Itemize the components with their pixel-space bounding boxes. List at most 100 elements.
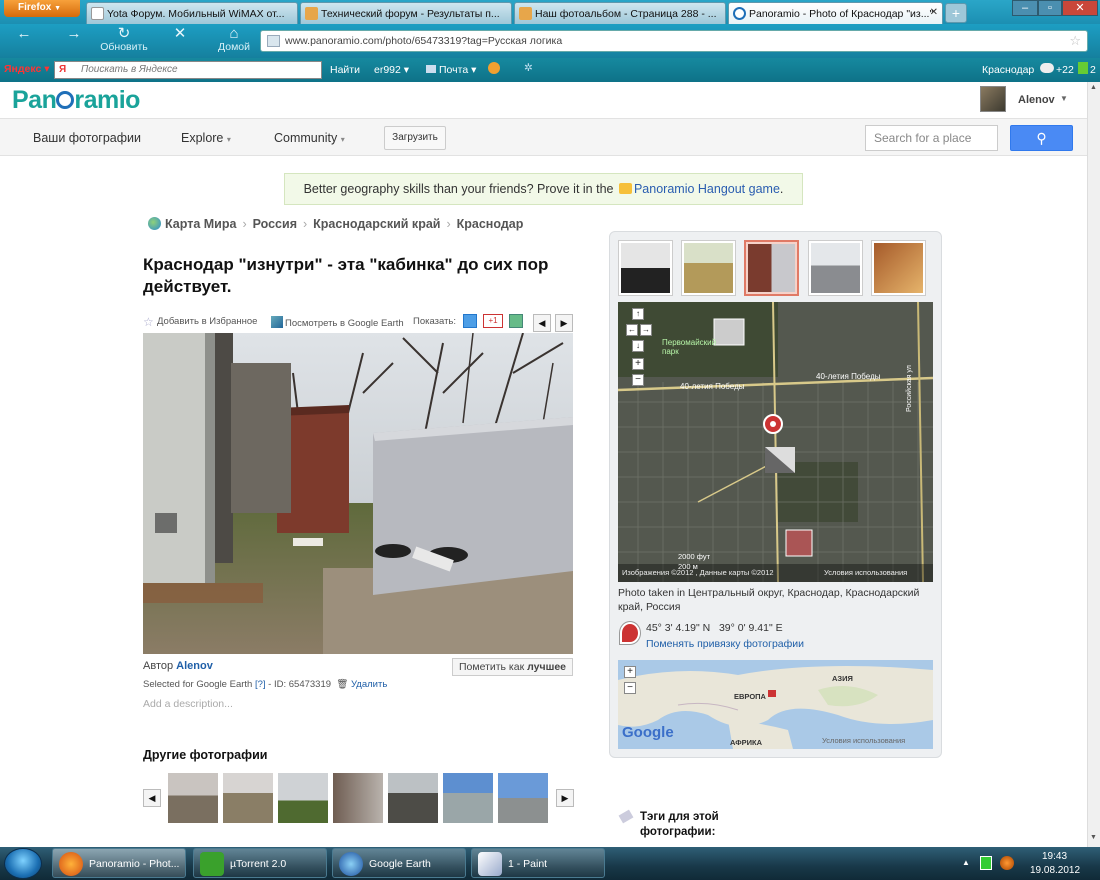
menu-community[interactable]: Community ▾ (274, 131, 345, 145)
nearby-photo-thumb[interactable] (871, 240, 926, 296)
satellite-map[interactable]: ↑ ← → ↓ + − Первомайский парк 40-летия П… (618, 302, 933, 582)
upload-button[interactable]: Загрузить (384, 126, 446, 150)
settings-gear-icon[interactable]: ✲ (524, 62, 533, 74)
yandex-find-button[interactable]: Найти (330, 64, 360, 76)
start-button[interactable] (4, 848, 42, 879)
close-tab-icon[interactable]: ✕ (930, 7, 938, 18)
taskbar-item-utorrent[interactable]: µTorrent 2.0 (193, 848, 327, 878)
change-location-link[interactable]: Поменять привязку фотографии (646, 638, 804, 650)
scroll-down-icon[interactable]: ▼ (1090, 834, 1097, 841)
clock-time[interactable]: 19:43 (1042, 851, 1067, 862)
breadcrumb-item[interactable]: Россия (253, 217, 297, 231)
yandex-mail[interactable]: Почта ▾ (426, 64, 476, 76)
taskbar-item-google-earth[interactable]: Google Earth (332, 848, 466, 878)
user-menu[interactable]: Alenov ▼ (980, 86, 1080, 112)
firefox-menu-button[interactable]: Firefox ▼ (4, 0, 80, 17)
home-button[interactable]: ⌂ Домой (214, 26, 254, 53)
breadcrumb-item[interactable]: Краснодар (457, 217, 524, 231)
browser-tab[interactable]: Наш фотоальбом - Страница 288 - ... (514, 2, 726, 24)
help-link[interactable]: [?] (255, 679, 266, 690)
other-photo-thumb[interactable] (333, 773, 383, 823)
strip-prev-button[interactable]: ◀ (143, 789, 161, 807)
address-bar[interactable]: www.panoramio.com/photo/65473319?tag=Рус… (260, 30, 1088, 52)
current-photo-thumb[interactable] (744, 240, 799, 296)
world-zoom-in-button[interactable]: + (624, 666, 636, 678)
user-name[interactable]: Alenov (1018, 94, 1055, 106)
twitter-share-icon[interactable] (463, 314, 477, 328)
close-window-button[interactable]: ✕ (1062, 0, 1098, 16)
yandex-user[interactable]: er992 ▾ (374, 64, 409, 76)
pan-up-button[interactable]: ↑ (632, 308, 644, 320)
stop-button[interactable]: ✕ (170, 26, 190, 41)
panoramio-logo[interactable]: Pan ramio (12, 86, 140, 115)
scroll-up-icon[interactable]: ▲ (1090, 84, 1097, 91)
next-photo-button[interactable]: ▶ (555, 314, 573, 332)
zoom-in-button[interactable]: + (632, 358, 644, 370)
author-link[interactable]: Alenov (176, 660, 213, 672)
volume-icon[interactable] (1000, 856, 1014, 870)
taskbar-item-firefox[interactable]: Panoramio - Phot... (52, 848, 186, 878)
place-search-input[interactable]: Search for a place (865, 125, 998, 151)
bookmark-star-icon[interactable]: ☆ (1069, 33, 1081, 49)
pan-down-button[interactable]: ↓ (632, 340, 644, 352)
mark-best-button[interactable]: Пометить как лучшее (452, 658, 573, 676)
other-photo-thumb[interactable] (278, 773, 328, 823)
maximize-button[interactable]: ▫ (1038, 0, 1062, 16)
map-terms-link[interactable]: Условия использования (824, 568, 907, 577)
nearby-photo-thumb[interactable] (808, 240, 863, 296)
add-description-field[interactable]: Add a description... (143, 698, 233, 710)
weather-city[interactable]: Краснодар (982, 64, 1034, 76)
breadcrumb-item[interactable]: Краснодарский край (313, 217, 440, 231)
other-photo-thumb[interactable] (443, 773, 493, 823)
browser-tab[interactable]: Yota Форум. Мобильный WiMAX от... (86, 2, 298, 24)
other-photo-thumb[interactable] (168, 773, 218, 823)
search-button[interactable]: ⚲ (1010, 125, 1073, 151)
world-terms-link[interactable]: Условия использования (822, 736, 905, 745)
site-menu-bar: Ваши фотографии Explore ▾ Community ▾ За… (0, 118, 1087, 156)
browser-tab-active[interactable]: Panoramio - Photo of Краснодар "из..." ✕ (728, 2, 943, 24)
strip-next-button[interactable]: ▶ (556, 789, 574, 807)
other-photo-thumb[interactable] (388, 773, 438, 823)
zoom-out-button[interactable]: − (632, 374, 644, 386)
back-button[interactable]: ← (14, 26, 34, 41)
minimize-button[interactable]: – (1012, 0, 1038, 16)
tray-expand-icon[interactable]: ▲ (962, 858, 970, 867)
other-photo-thumb[interactable] (223, 773, 273, 823)
menu-explore[interactable]: Explore ▾ (181, 131, 231, 145)
other-photo-thumb[interactable] (498, 773, 548, 823)
forward-button[interactable]: → (64, 26, 84, 41)
avatar[interactable] (980, 86, 1006, 112)
share-icon[interactable] (509, 314, 523, 328)
google-earth-link[interactable]: Посмотреть в Google Earth (271, 316, 404, 329)
paint-icon (478, 852, 502, 876)
world-zoom-out-button[interactable]: − (624, 682, 636, 694)
pan-left-button[interactable]: ← (626, 324, 638, 336)
yandex-bar-icon[interactable] (488, 62, 500, 74)
hangout-game-link[interactable]: Panoramio Hangout game (634, 182, 780, 196)
taskbar-item-paint[interactable]: 1 - Paint (471, 848, 605, 878)
clock-date[interactable]: 19.08.2012 (1030, 865, 1080, 876)
add-favorite-link[interactable]: ☆ Добавить в Избранное (143, 316, 257, 328)
breadcrumb-item[interactable]: Карта Мира (165, 217, 236, 231)
browser-tab[interactable]: Технический форум - Результаты п... (300, 2, 512, 24)
reload-button[interactable]: ↻ Обновить (98, 26, 150, 53)
world-map[interactable]: + − АЗИЯ ЕВРОПА АФРИКА Google Условия ис… (618, 660, 933, 749)
plus-one-button[interactable]: +1 (483, 314, 503, 328)
site-identity-icon (267, 35, 280, 47)
menu-my-photos[interactable]: Ваши фотографии (33, 131, 141, 145)
nearby-photo-thumb[interactable] (618, 240, 673, 296)
main-photo[interactable] (143, 333, 573, 654)
favicon-icon (91, 7, 104, 20)
delete-link[interactable]: Удалить (351, 679, 387, 690)
previous-photo-button[interactable]: ◀ (533, 314, 551, 332)
yandex-search-input[interactable]: Я Поискать в Яндексе (54, 61, 322, 79)
yandex-logo[interactable]: Яндекс ▾ (4, 63, 50, 75)
chevron-down-icon[interactable]: ▼ (1060, 94, 1068, 103)
star-icon: ☆ (143, 315, 154, 329)
map-label-park: Первомайский парк (662, 338, 717, 356)
network-icon[interactable] (980, 856, 992, 870)
new-tab-button[interactable]: + (945, 3, 967, 23)
pan-right-button[interactable]: → (640, 324, 652, 336)
nearby-photo-thumb[interactable] (681, 240, 736, 296)
page-scrollbar[interactable]: ▲ ▼ (1087, 82, 1100, 847)
